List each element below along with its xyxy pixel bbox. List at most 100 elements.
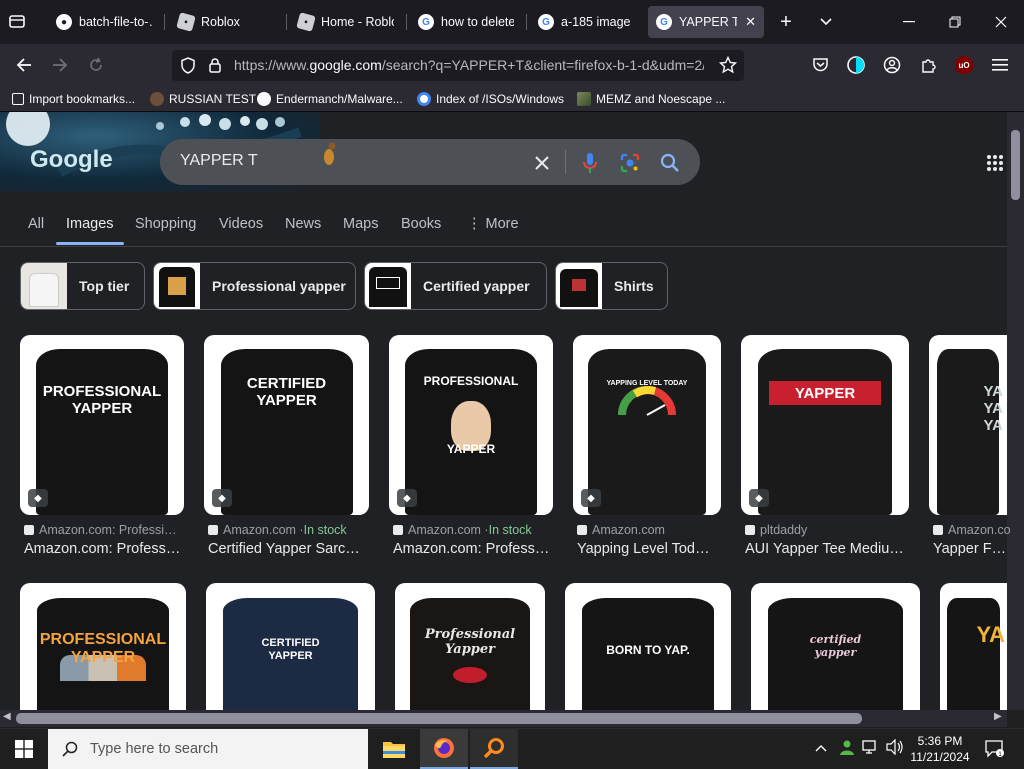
show-hidden-icons-chevron-icon[interactable] xyxy=(815,739,827,755)
address-bar[interactable]: https://www.google.com/search?q=YAPPER+T… xyxy=(172,50,744,81)
bookmark-endermanch[interactable]: Endermanch/Malware... xyxy=(257,90,403,108)
url-prefix: https://www. xyxy=(234,57,310,73)
bookmark-isos[interactable]: Index of /ISOs/Windows xyxy=(417,90,564,108)
apps-grid-icon[interactable] xyxy=(986,154,1004,177)
url-text[interactable]: https://www.google.com/search?q=YAPPER+T… xyxy=(234,57,704,73)
tab-shopping[interactable]: Shopping xyxy=(135,216,196,232)
tab-more[interactable]: ⋮ More xyxy=(467,216,519,232)
vertical-scroll-thumb[interactable] xyxy=(1011,130,1020,200)
result-source[interactable]: Amazon.com xyxy=(933,523,1011,537)
tab-news[interactable]: News xyxy=(285,216,321,232)
scroll-left-arrow-icon[interactable]: ◀ xyxy=(3,711,11,722)
image-result[interactable]: certified yapper xyxy=(751,583,920,710)
bookmark-memz[interactable]: MEMZ and Noescape ... xyxy=(577,90,725,108)
result-title[interactable]: Amazon.com: Profess… xyxy=(24,541,188,557)
chip-professional-yapper[interactable]: Professional yapper xyxy=(153,262,356,310)
image-result[interactable]: PROFESSIONAL YAPPER ◆ xyxy=(389,335,553,515)
roblox-icon: ▪ xyxy=(296,12,316,32)
result-source[interactable]: Amazon.com: Professi… xyxy=(24,523,188,537)
scroll-right-arrow-icon[interactable]: ▶ xyxy=(994,711,1002,722)
lock-icon[interactable] xyxy=(208,57,222,78)
image-result[interactable]: YA YA YA xyxy=(929,335,1007,515)
google-lens-icon[interactable] xyxy=(618,151,642,175)
ublock-origin-icon[interactable]: uO xyxy=(950,52,978,78)
tab-a185-image[interactable]: G a-185 image - xyxy=(530,6,642,38)
result-source[interactable]: Amazon.com · In stock xyxy=(208,523,373,537)
tab-roblox-home[interactable]: ▪ Home - Roblo xyxy=(290,6,402,38)
reload-icon[interactable] xyxy=(82,52,110,78)
back-arrow-icon[interactable] xyxy=(10,52,38,78)
bookmark-russian-test[interactable]: RUSSIAN TEST xyxy=(150,90,256,108)
image-result[interactable]: Professional Yapper xyxy=(395,583,545,710)
chip-shirts[interactable]: Shirts xyxy=(555,262,668,310)
restore-icon[interactable] xyxy=(932,0,978,44)
forward-arrow-icon[interactable] xyxy=(46,52,74,78)
horizontal-scroll-thumb[interactable] xyxy=(16,713,862,724)
voice-search-mic-icon[interactable] xyxy=(578,151,602,175)
image-result[interactable]: YAPPER ◆ xyxy=(741,335,909,515)
pocket-icon[interactable] xyxy=(806,52,834,78)
menu-hamburger-icon[interactable] xyxy=(986,52,1014,78)
tab-strip: ● batch-file-to-… ▪ Roblox ▪ Home - Robl… xyxy=(0,0,1024,44)
search-icon[interactable] xyxy=(658,151,682,175)
clear-search-icon[interactable] xyxy=(530,151,554,175)
result-source[interactable]: Amazon.com · In stock xyxy=(393,523,557,537)
minimize-icon[interactable] xyxy=(886,0,932,44)
notifications-icon[interactable]: 1 xyxy=(984,738,1004,761)
bookmark-star-icon[interactable] xyxy=(718,55,738,79)
chip-thumbnail xyxy=(365,263,411,309)
site-favicon-icon xyxy=(24,525,34,535)
result-title[interactable]: Yapper Fun xyxy=(933,541,1007,557)
tab-github[interactable]: ● batch-file-to-… xyxy=(48,6,160,38)
tab-roblox[interactable]: ▪ Roblox xyxy=(170,6,282,38)
result-title[interactable]: Yapping Level Tod… xyxy=(577,541,725,557)
image-result[interactable]: PROFESSIONAL YAPPER xyxy=(20,583,186,710)
result-title[interactable]: Amazon.com: Profess… xyxy=(393,541,557,557)
tab-books[interactable]: Books xyxy=(401,216,441,232)
image-result[interactable]: YAPPING LEVEL TODAY ◆ xyxy=(573,335,721,515)
taskbar-search-box[interactable]: Type here to search xyxy=(48,729,368,769)
windows-start-icon[interactable] xyxy=(0,729,48,769)
tab-title: a-185 image - xyxy=(561,15,634,29)
result-source[interactable]: Amazon.com xyxy=(577,523,725,537)
account-icon[interactable] xyxy=(878,52,906,78)
firefox-taskbar-icon[interactable] xyxy=(420,729,468,769)
tab-list-icon[interactable] xyxy=(8,12,30,32)
list-all-tabs-icon[interactable] xyxy=(803,0,849,44)
taskbar-clock[interactable]: 5:36 PM 11/21/2024 xyxy=(908,733,972,765)
tab-videos[interactable]: Videos xyxy=(219,216,263,232)
tab-yapper-active[interactable]: G YAPPER T - ✕ xyxy=(648,6,764,38)
network-icon[interactable] xyxy=(862,739,880,758)
close-tab-icon[interactable]: ✕ xyxy=(745,14,756,30)
result-title[interactable]: Certified Yapper Sarc… xyxy=(208,541,373,557)
import-icon xyxy=(12,93,24,105)
extensions-puzzle-icon[interactable] xyxy=(914,52,942,78)
chip-label: Shirts xyxy=(614,278,654,294)
image-result[interactable]: YA xyxy=(940,583,1007,710)
search-box[interactable]: YAPPER T xyxy=(160,139,700,185)
tab-maps[interactable]: Maps xyxy=(343,216,378,232)
search-input[interactable]: YAPPER T xyxy=(180,152,258,170)
vertical-scrollbar[interactable] xyxy=(1007,112,1024,710)
tab-all[interactable]: All xyxy=(28,216,44,232)
file-explorer-icon[interactable] xyxy=(370,729,418,769)
horizontal-scrollbar[interactable]: ◀ ▶ xyxy=(0,710,1007,727)
image-result[interactable]: BORN TO YAP. xyxy=(565,583,731,710)
bookmark-import[interactable]: Import bookmarks... xyxy=(12,90,135,108)
image-result[interactable]: PROFESSIONAL YAPPER ◆ xyxy=(20,335,184,515)
result-title[interactable]: AUI Yapper Tee Mediu… xyxy=(745,541,913,557)
result-source[interactable]: pltdaddy xyxy=(745,523,913,537)
shield-icon[interactable] xyxy=(180,57,196,79)
firefox-view-icon[interactable] xyxy=(842,52,870,78)
volume-icon[interactable] xyxy=(886,738,904,758)
chip-top-tier[interactable]: Top tier xyxy=(20,262,145,310)
tab-images[interactable]: Images xyxy=(66,216,114,232)
image-result[interactable]: CERTIFIED YAPPER ◆ xyxy=(204,335,369,515)
tab-how-to-delete[interactable]: G how to delete xyxy=(410,6,522,38)
search-app-taskbar-icon[interactable] xyxy=(470,729,518,769)
people-tray-icon[interactable] xyxy=(838,738,856,759)
chip-certified-yapper[interactable]: Certified yapper xyxy=(364,262,547,310)
close-window-icon[interactable] xyxy=(978,0,1024,44)
image-result[interactable]: CERTIFIED YAPPER xyxy=(206,583,375,710)
bookmark-label: Import bookmarks... xyxy=(29,92,136,106)
